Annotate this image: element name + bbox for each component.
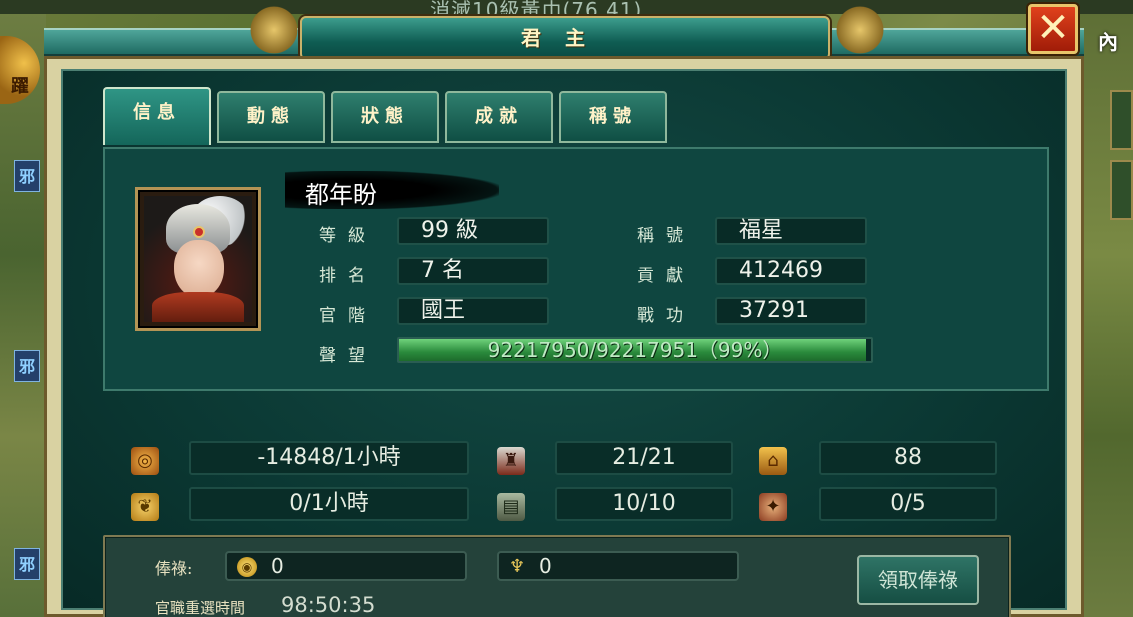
right-menu-text[interactable]: 內 [1098,26,1118,55]
title-plaque: 君主 [300,16,830,60]
character-name: 都年盼 [305,181,377,209]
tab-bar: 信息 動態 狀態 成就 稱號 [103,87,667,145]
book-icon: ▤ [497,493,525,521]
fame-label: 聲望 [319,346,377,366]
right-side-item[interactable] [1110,90,1133,150]
soldier-icon: ♜ [497,447,525,475]
merit-label: 戰功 [637,306,695,326]
level-value: 99 級 [397,217,549,245]
items-count-value: 0/5 [819,487,997,521]
armor-shape [152,292,244,322]
character-portrait [144,196,252,322]
claim-salary-button[interactable]: 領取俸祿 [857,555,979,605]
map-flag-tag: 邪 [14,160,40,192]
salary-coin-field: ◉ 0 [225,551,467,581]
gold-income-value: -14848/1小時 [189,441,469,475]
map-left-area [0,14,46,617]
dragon-ornament-icon [830,6,890,54]
close-button[interactable]: ✕ [1028,4,1078,54]
dialog-body: 信息 動態 狀態 成就 稱號 都年盼 等級 99 級 排名 7 名 官階 國王 … [44,56,1084,617]
contribution-value: 412469 [715,257,867,285]
close-icon: ✕ [1036,5,1070,51]
level-label: 等級 [319,226,377,246]
tab-info[interactable]: 信息 [103,87,211,145]
office-label: 官階 [319,306,377,326]
character-info-box: 都年盼 等級 99 級 排名 7 名 官階 國王 稱號 福星 貢獻 412469… [103,147,1049,391]
helmet-gem [193,226,205,238]
soldier-count-value: 21/21 [555,441,733,475]
items-icon: ✦ [759,493,787,521]
rank-label: 排名 [319,266,377,286]
tab-activity[interactable]: 動態 [217,91,325,143]
coin-icon: ◉ [237,557,257,577]
dragon-ornament-icon [244,6,304,54]
map-flag-tag: 邪 [14,350,40,382]
dialog-title: 君主 [521,26,609,50]
merit-value: 37291 [715,297,867,325]
rank-value: 7 名 [397,257,549,285]
salary-panel: 俸祿: ◉ 0 ♆ 0 領取俸祿 官職重選時間 98:50:35 [103,535,1011,617]
salary-coin-value: 0 [271,554,284,578]
contribution-label: 貢獻 [637,266,695,286]
reselect-timer-label: 官職重選時間 [155,599,246,617]
title-value: 福星 [715,217,867,245]
dialog-content: 信息 動態 狀態 成就 稱號 都年盼 等級 99 級 排名 7 名 官階 國王 … [61,69,1067,617]
tab-achievements[interactable]: 成就 [445,91,553,143]
lord-dialog: 君主 ✕ 信息 動態 狀態 成就 稱號 都年盼 等級 99 級 排名 7 名 官… [44,4,1084,617]
book-count-value: 10/10 [555,487,733,521]
tab-status[interactable]: 狀態 [331,91,439,143]
grain-income-value: 0/1小時 [189,487,469,521]
reselect-timer-value: 98:50:35 [281,593,376,617]
fame-progress-bar: 92217950/92217951（99%） [397,337,873,363]
fame-progress-text: 92217950/92217951（99%） [487,338,783,362]
coin-spiral-icon: ◎ [131,447,159,475]
portrait-frame [135,187,261,331]
grain-icon: ♆ [509,556,526,577]
map-top-strip: 消滅10級黃巾(76,41) [0,0,1133,22]
salary-grain-field: ♆ 0 [497,551,739,581]
office-value: 國王 [397,297,549,325]
title-label: 稱號 [637,226,695,246]
grain-bundle-icon: ❦ [131,493,159,521]
salary-grain-value: 0 [539,554,552,578]
tab-titles[interactable]: 稱號 [559,91,667,143]
right-side-item[interactable] [1110,160,1133,220]
map-flag-tag: 邪 [14,548,40,580]
palace-icon: ⌂ [759,447,787,475]
salary-label: 俸祿: [155,559,193,578]
face-shape [174,240,224,298]
palace-value: 88 [819,441,997,475]
